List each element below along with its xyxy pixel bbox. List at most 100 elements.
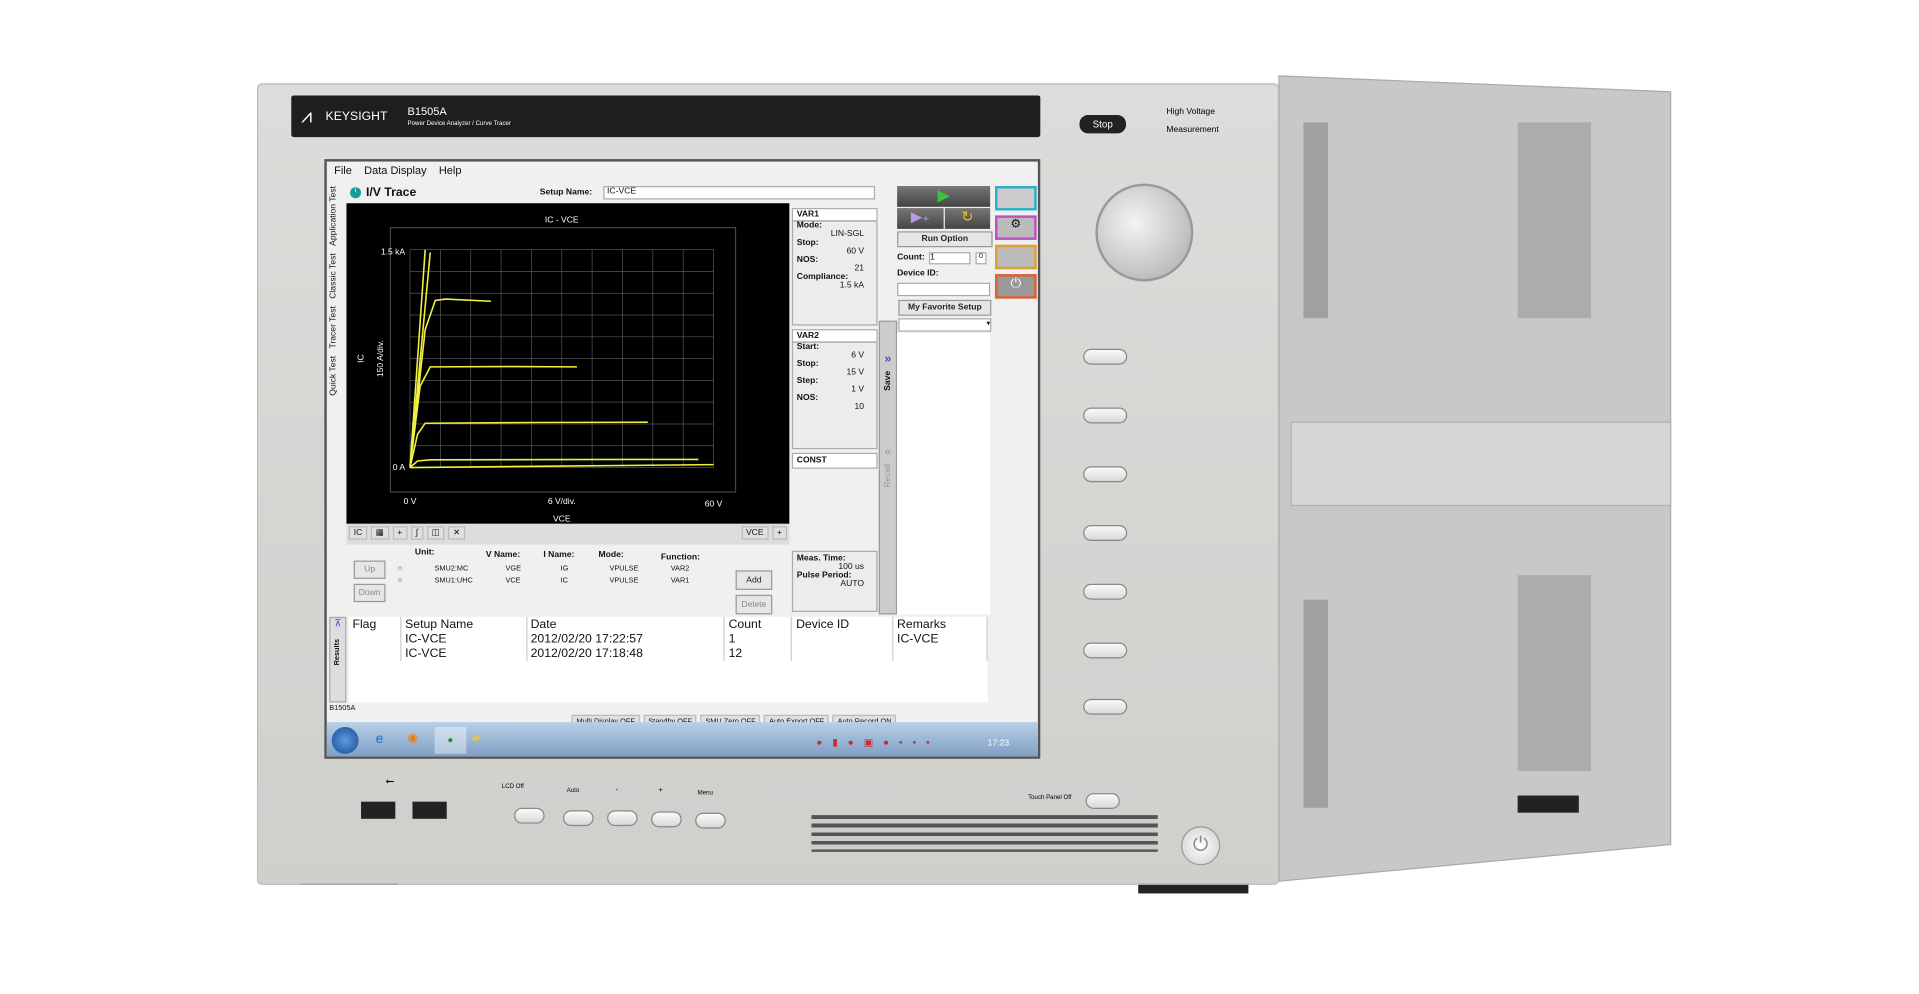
var2-step-field[interactable]: 1 V (793, 386, 876, 395)
tools-icon[interactable]: ✕ (448, 526, 466, 540)
append-run-button[interactable]: ▶₊ (897, 208, 944, 229)
folder-icon[interactable]: ▰ (471, 732, 480, 745)
const-header[interactable]: CONST (791, 452, 878, 469)
up-button[interactable]: Up (353, 560, 386, 579)
delete-button[interactable]: Delete (735, 594, 773, 615)
favorite-setup-select[interactable]: ▾ (898, 318, 992, 332)
count-reset-button[interactable]: 0 (975, 252, 987, 265)
var2-nos-field[interactable]: 10 (793, 403, 876, 412)
device-id-input[interactable] (897, 282, 991, 297)
table-row[interactable]: IC-VCE 2012/02/20 17:22:57 1 IC-VCE (348, 631, 988, 647)
var1-header[interactable]: VAR1 (793, 209, 877, 222)
function-select[interactable]: VAR1 (671, 575, 690, 587)
column-header[interactable]: Device ID (791, 616, 894, 632)
y-tick-top: 1.5 kA (381, 247, 406, 257)
tab-quick-test[interactable]: Quick Test (329, 356, 338, 396)
x-axis-select[interactable]: VCE (741, 526, 769, 540)
vname-field[interactable]: VCE (505, 575, 560, 587)
softkey-6[interactable] (1083, 642, 1128, 659)
run-option-button[interactable]: Run Option (897, 231, 993, 248)
lcd-off-button[interactable] (514, 807, 545, 824)
tab-classic-test[interactable]: Classic Test (329, 253, 338, 299)
function-select[interactable]: VAR2 (671, 563, 690, 575)
power-off-icon[interactable]: ⏻ (995, 274, 1037, 299)
softkey-7[interactable] (1083, 698, 1128, 715)
menu-data-display[interactable]: Data Display (364, 164, 426, 176)
nos-label: NOS: (796, 394, 819, 403)
softkey-5[interactable] (1083, 583, 1128, 600)
mode-select[interactable]: VPULSE (610, 563, 671, 575)
start-label: Start: (796, 342, 820, 352)
count-input[interactable]: 1 (928, 252, 971, 265)
var1-nos-field[interactable]: 21 (793, 264, 876, 273)
table-row[interactable]: IC-VCE 2012/02/20 17:18:48 12 (348, 646, 988, 661)
favorite-list[interactable] (897, 332, 991, 615)
recall-tab[interactable]: Recall (884, 464, 893, 488)
add-icon[interactable]: + (392, 526, 408, 540)
results-tab[interactable]: ⊼ Results (329, 616, 347, 703)
softkey-2[interactable] (1083, 407, 1128, 424)
column-header[interactable]: Date (526, 616, 725, 632)
marker-icon[interactable]: ◫ (426, 526, 445, 540)
softkey-3[interactable] (1083, 466, 1128, 483)
tab-tracer-test[interactable]: Tracer Test (329, 306, 338, 348)
menu-file[interactable]: File (334, 164, 352, 176)
save-tab[interactable]: Save (884, 371, 893, 391)
graph-view-icon[interactable] (995, 186, 1037, 211)
iname-field[interactable]: IC (561, 575, 610, 587)
down-button[interactable]: Down (353, 583, 386, 603)
auto-button[interactable] (562, 810, 594, 827)
collapse-icon[interactable]: « (880, 446, 896, 459)
repeat-run-button[interactable]: ↻ (944, 208, 991, 229)
column-header[interactable]: Setup Name (400, 616, 527, 632)
pulse-period-field[interactable]: AUTO (793, 580, 876, 589)
softkey-4[interactable] (1083, 525, 1128, 541)
softkey-1[interactable] (1083, 348, 1128, 365)
column-header[interactable]: Count (724, 616, 793, 632)
y-axis-select[interactable]: IC (348, 526, 368, 540)
tab-application-test[interactable]: Application Test (329, 186, 338, 246)
unit-select[interactable]: SMU2:MC (434, 563, 505, 575)
info-icon[interactable]: i (350, 187, 362, 199)
var2-stop-field[interactable]: 15 V (793, 368, 876, 377)
unit-select[interactable]: SMU1:UHC (434, 575, 505, 587)
menu-button[interactable] (695, 812, 726, 829)
app-icon[interactable]: ● (434, 726, 467, 754)
ie-icon[interactable]: e (376, 732, 383, 747)
power-button[interactable]: ⏻ (1181, 826, 1221, 866)
media-player-icon[interactable]: ◉ (408, 732, 419, 745)
iname-field[interactable]: IG (561, 563, 610, 575)
setup-name-input[interactable]: IC-VCE (603, 186, 876, 200)
expand-icon[interactable]: » (880, 352, 896, 365)
vname-field[interactable]: VGE (505, 563, 560, 575)
column-header[interactable]: Remarks (892, 616, 988, 632)
mode-select[interactable]: VPULSE (610, 575, 671, 587)
rotary-knob[interactable] (1095, 183, 1194, 282)
config-icon[interactable]: ⚙ (995, 215, 1037, 240)
touch-panel-off-button[interactable] (1085, 793, 1120, 809)
menu-help[interactable]: Help (439, 164, 462, 176)
single-run-button[interactable]: ▶ (897, 186, 991, 207)
collapse-up-icon[interactable]: ⊼ (330, 618, 345, 629)
scale-icon[interactable]: ▦ (370, 526, 389, 540)
usb-port-2[interactable] (412, 801, 447, 819)
start-button[interactable] (331, 726, 359, 754)
channel-row: ○ SMU1:UHC VCE IC VPULSE VAR1 (398, 575, 690, 587)
stop-button[interactable]: Stop (1079, 115, 1126, 134)
var1-stop-field[interactable]: 60 V (793, 247, 876, 256)
var2-start-field[interactable]: 6 V (793, 351, 876, 360)
var2-header[interactable]: VAR2 (793, 330, 877, 343)
add-x-icon[interactable]: + (772, 526, 787, 540)
var1-compliance-field[interactable]: 1.5 kA (793, 281, 876, 290)
minus-button[interactable] (607, 810, 638, 827)
meas-time-field[interactable]: 100 us (793, 563, 876, 572)
curve-icon[interactable]: ∫ (410, 526, 424, 540)
instrument-icon[interactable] (995, 244, 1037, 270)
usb-port-1[interactable] (361, 801, 396, 819)
var1-mode-select[interactable]: LIN-SGL (793, 230, 876, 239)
add-button[interactable]: Add (735, 570, 773, 590)
touch-panel-label: Touch Panel Off (1028, 794, 1072, 802)
plus-button[interactable] (651, 811, 682, 828)
favorite-setup-button[interactable]: My Favorite Setup (898, 299, 992, 316)
column-header[interactable]: Flag (348, 616, 402, 632)
